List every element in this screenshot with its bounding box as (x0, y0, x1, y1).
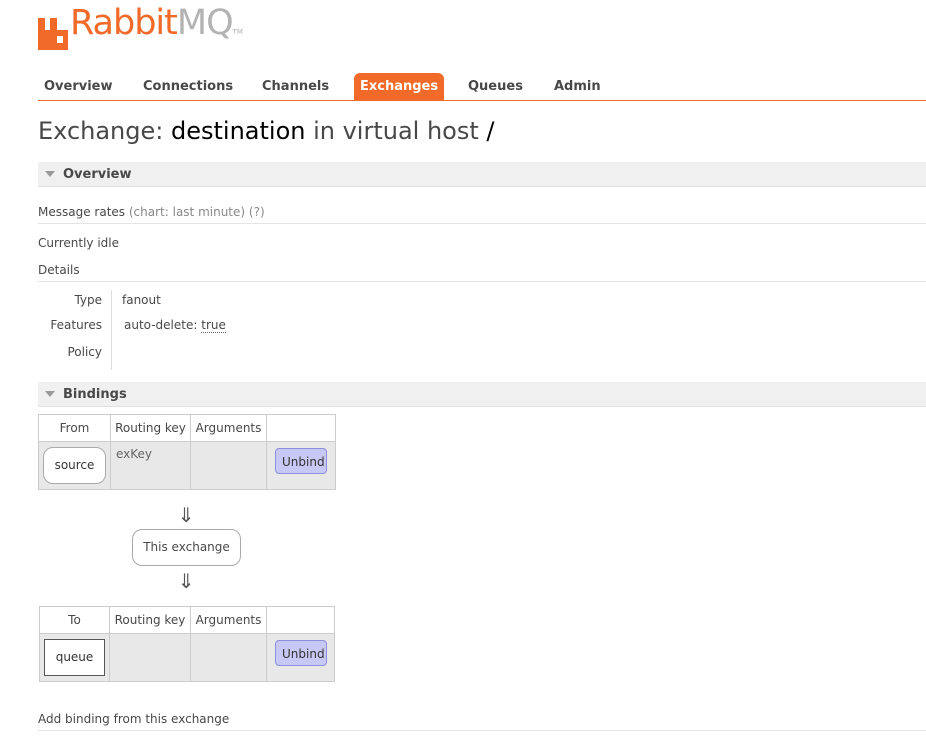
routing-key-cell: exKey (110, 441, 191, 490)
tab-admin[interactable]: Admin (548, 73, 607, 100)
features-label: Features (50, 318, 102, 332)
features-value: auto-delete: true (124, 318, 226, 333)
details-heading: Details (38, 263, 926, 282)
collapse-triangle-icon (45, 391, 55, 397)
tab-overview[interactable]: Overview (38, 73, 119, 100)
help-link[interactable]: (?) (249, 205, 265, 219)
table-row: queue Unbind (39, 633, 335, 682)
arguments-cell (190, 633, 267, 682)
tab-channels[interactable]: Channels (256, 73, 335, 100)
policy-label: Policy (67, 345, 102, 359)
unbind-button[interactable]: Unbind (275, 448, 327, 474)
type-label: Type (74, 293, 102, 307)
col-arguments: Arguments (190, 414, 267, 442)
destination-queue-link[interactable]: queue (44, 639, 105, 676)
tab-exchanges[interactable]: Exchanges (354, 73, 445, 100)
auto-delete-value: true (201, 318, 226, 333)
col-routing-key: Routing key (110, 414, 191, 442)
unbind-button[interactable]: Unbind (275, 640, 327, 666)
source-exchange-link[interactable]: source (43, 447, 106, 484)
col-to: To (39, 606, 110, 634)
details-divider (111, 290, 112, 370)
table-row: source exKey Unbind (38, 441, 336, 490)
page-title: Exchange: destination in virtual host / (38, 117, 495, 145)
routing-key-cell (109, 633, 191, 682)
tab-queues[interactable]: Queues (462, 73, 529, 100)
col-actions (266, 606, 335, 634)
bindings-section-title: Bindings (63, 387, 127, 402)
overview-section-title: Overview (63, 167, 132, 182)
bindings-section-toggle[interactable]: Bindings (38, 382, 926, 407)
col-routing-key: Routing key (109, 606, 191, 634)
down-arrow-icon: ⇓ (177, 569, 195, 593)
rabbit-logo-icon (38, 18, 68, 50)
down-arrow-icon: ⇓ (177, 503, 195, 527)
type-value: fanout (122, 293, 161, 307)
main-nav: Overview Connections Channels Exchanges … (38, 73, 926, 101)
overview-section-toggle[interactable]: Overview (38, 162, 926, 187)
idle-status: Currently idle (38, 236, 119, 250)
vhost-name: / (486, 117, 495, 145)
collapse-triangle-icon (45, 171, 55, 177)
add-binding-heading[interactable]: Add binding from this exchange (38, 712, 926, 731)
logo-text: RabbitMQTM (70, 3, 243, 43)
tab-connections[interactable]: Connections (137, 73, 239, 100)
message-rates-heading: Message rates (chart: last minute) (?) (38, 205, 926, 224)
col-actions (266, 414, 336, 442)
col-from: From (38, 414, 111, 442)
incoming-bindings-table: From Routing key Arguments source exKey … (38, 414, 336, 490)
outgoing-bindings-table: To Routing key Arguments queue Unbind (39, 606, 335, 682)
this-exchange-node: This exchange (132, 529, 241, 566)
arguments-cell (190, 441, 267, 490)
rabbitmq-logo[interactable]: RabbitMQTM (38, 5, 243, 50)
chart-range-link[interactable]: (chart: last minute) (129, 205, 245, 219)
col-arguments: Arguments (190, 606, 267, 634)
exchange-name: destination (170, 117, 306, 145)
